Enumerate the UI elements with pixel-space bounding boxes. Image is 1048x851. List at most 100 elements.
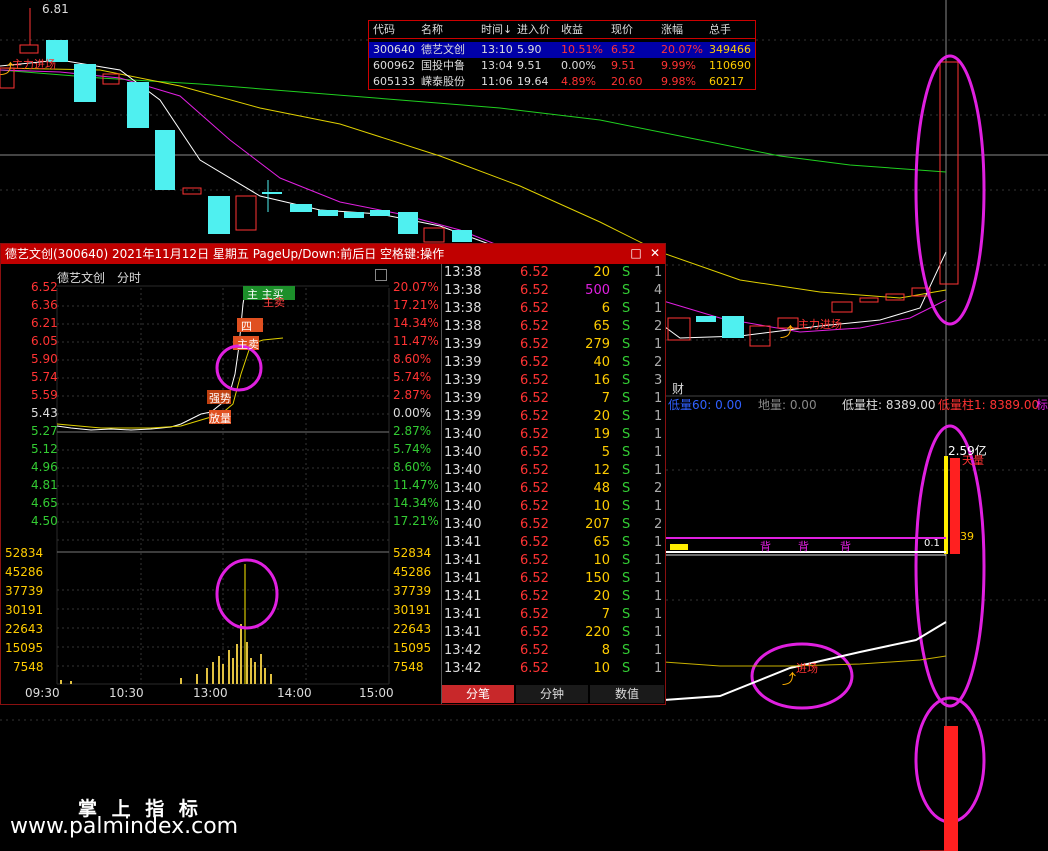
tick-price: 6.52	[520, 355, 549, 370]
tick-row[interactable]: 13:38 6.52 20 S 1	[442, 265, 664, 283]
restore-icon[interactable]: □	[629, 246, 643, 260]
tick-price: 6.52	[520, 463, 549, 478]
row-price: 6.52	[611, 43, 636, 56]
watermark-url: www.palmindex.com	[10, 814, 239, 839]
price-tick: 5.43	[31, 406, 58, 420]
col-price-header[interactable]: 现价	[611, 22, 633, 38]
row-time: 13:10	[481, 43, 513, 56]
row-name: 德艺文创	[421, 43, 465, 56]
tick-price: 6.52	[520, 571, 549, 586]
tick-price: 6.52	[520, 553, 549, 568]
tick-time: 13:38	[444, 283, 482, 298]
tick-row[interactable]: 13:40 6.52 5 S 1	[442, 445, 664, 463]
watchlist-row[interactable]: 605133 嵘泰股份 11:06 19.64 4.89% 20.60 9.98…	[369, 74, 755, 90]
tick-row[interactable]: 13:38 6.52 6 S 1	[442, 301, 664, 319]
col-entry-header[interactable]: 进入价	[517, 22, 550, 38]
tick-row[interactable]: 13:39 6.52 40 S 2	[442, 355, 664, 373]
popup-titlebar[interactable]: 德艺文创(300640) 2021年11月12日 星期五 PageUp/Down…	[1, 244, 665, 264]
tick-count: 3	[654, 373, 663, 388]
price-tick: 6.21	[31, 316, 58, 330]
tick-count: 2	[654, 319, 663, 334]
tick-volume: 20	[593, 589, 610, 604]
tick-side: S	[622, 535, 631, 550]
row-volume: 349466	[709, 43, 751, 56]
close-icon[interactable]: ✕	[648, 246, 662, 260]
row-price: 20.60	[611, 75, 643, 88]
tick-side: S	[622, 589, 631, 604]
tick-row[interactable]: 13:41 6.52 20 S 1	[442, 589, 664, 607]
tick-row[interactable]: 13:38 6.52 500 S 4	[442, 283, 664, 301]
entry-annotation-top: 主力进场	[12, 58, 56, 71]
tick-volume: 7	[601, 391, 610, 406]
tick-volume: 65	[593, 535, 610, 550]
tick-side: S	[622, 337, 631, 352]
tick-row[interactable]: 13:39 6.52 20 S 1	[442, 409, 664, 427]
tick-volume: 10	[593, 499, 610, 514]
col-time-header[interactable]: 时间↓	[481, 22, 512, 38]
row-volume: 110690	[709, 59, 751, 72]
tick-row[interactable]: 13:39 6.52 279 S 1	[442, 337, 664, 355]
tick-row[interactable]: 13:38 6.52 65 S 2	[442, 319, 664, 337]
chart-tag-strong: 强势	[209, 392, 231, 405]
price-tick: 6.36	[31, 298, 58, 312]
volume-tick: 52834	[393, 546, 432, 560]
watchlist-row[interactable]: 600962 国投中鲁 13:04 9.51 0.00% 9.51 9.99% …	[369, 58, 755, 74]
row-price: 9.51	[611, 59, 636, 72]
tab-values[interactable]: 数值	[590, 685, 664, 703]
tick-row[interactable]: 13:41 6.52 7 S 1	[442, 607, 664, 625]
watchlist-header: 代码 名称 时间↓ 进入价 收益 现价 涨幅 总手	[369, 22, 755, 39]
tick-price: 6.52	[520, 337, 549, 352]
tick-volume: 20	[593, 409, 610, 424]
volume-mini-value: 0.1	[924, 538, 940, 549]
tick-time: 13:40	[444, 481, 482, 496]
volume-small-value: 39	[960, 530, 974, 543]
col-change-header[interactable]: 涨幅	[661, 22, 683, 38]
col-name-header[interactable]: 名称	[421, 22, 443, 38]
tick-row[interactable]: 13:40 6.52 12 S 1	[442, 463, 664, 481]
tick-row[interactable]: 13:40 6.52 207 S 2	[442, 517, 664, 535]
tick-row[interactable]: 13:41 6.52 220 S 1	[442, 625, 664, 643]
row-code: 600962	[373, 59, 415, 72]
tick-price: 6.52	[520, 589, 549, 604]
intraday-chart[interactable]: 德艺文创 分时 主 主买 主卖 四 主卖 强势 放量 6.52 6.36 6.2…	[1, 264, 442, 704]
row-entry: 5.90	[517, 43, 542, 56]
tick-row[interactable]: 13:41 6.52 10 S 1	[442, 553, 664, 571]
price-tick: 6.05	[31, 334, 58, 348]
tick-row[interactable]: 13:39 6.52 16 S 3	[442, 373, 664, 391]
tick-row[interactable]: 13:40 6.52 10 S 1	[442, 499, 664, 517]
tick-time: 13:40	[444, 445, 482, 460]
tab-ticks[interactable]: 分笔	[442, 685, 514, 703]
tick-time: 13:40	[444, 499, 482, 514]
tick-row[interactable]: 13:41 6.52 65 S 1	[442, 535, 664, 553]
tick-row[interactable]: 13:40 6.52 48 S 2	[442, 481, 664, 499]
col-volume-header[interactable]: 总手	[709, 22, 731, 38]
tick-count: 2	[654, 481, 663, 496]
tick-volume: 5	[601, 445, 610, 460]
tick-row[interactable]: 13:40 6.52 19 S 1	[442, 427, 664, 445]
tick-price: 6.52	[520, 517, 549, 532]
tick-volume: 6	[601, 301, 610, 316]
tick-row[interactable]: 13:42 6.52 8 S 1	[442, 643, 664, 661]
col-gain-header[interactable]: 收益	[561, 22, 583, 38]
col-code-header[interactable]: 代码	[373, 22, 395, 38]
volume-tick: 30191	[5, 603, 44, 617]
svg-text:⤴: ⤴	[782, 672, 796, 688]
tick-row[interactable]: 13:42 6.52 10 S 1	[442, 661, 664, 679]
tick-volume: 12	[593, 463, 610, 478]
tick-side: S	[622, 445, 631, 460]
intraday-popup-window: 德艺文创(300640) 2021年11月12日 星期五 PageUp/Down…	[0, 243, 666, 705]
watchlist-row[interactable]: 300640 德艺文创 13:10 5.90 10.51% 6.52 20.07…	[369, 42, 755, 58]
pct-tick: 11.47%	[393, 334, 439, 348]
tick-count: 1	[654, 553, 663, 568]
indicator-low60: 低量60: 0.00	[668, 398, 742, 412]
tick-time: 13:38	[444, 301, 482, 316]
tab-minutes[interactable]: 分钟	[516, 685, 588, 703]
tick-price: 6.52	[520, 499, 549, 514]
pct-tick: 20.07%	[393, 280, 439, 294]
tick-count: 1	[654, 499, 663, 514]
tick-row[interactable]: 13:39 6.52 7 S 1	[442, 391, 664, 409]
tick-count: 1	[654, 445, 663, 460]
tick-side: S	[622, 301, 631, 316]
tick-row[interactable]: 13:41 6.52 150 S 1	[442, 571, 664, 589]
tick-count: 1	[654, 661, 663, 676]
